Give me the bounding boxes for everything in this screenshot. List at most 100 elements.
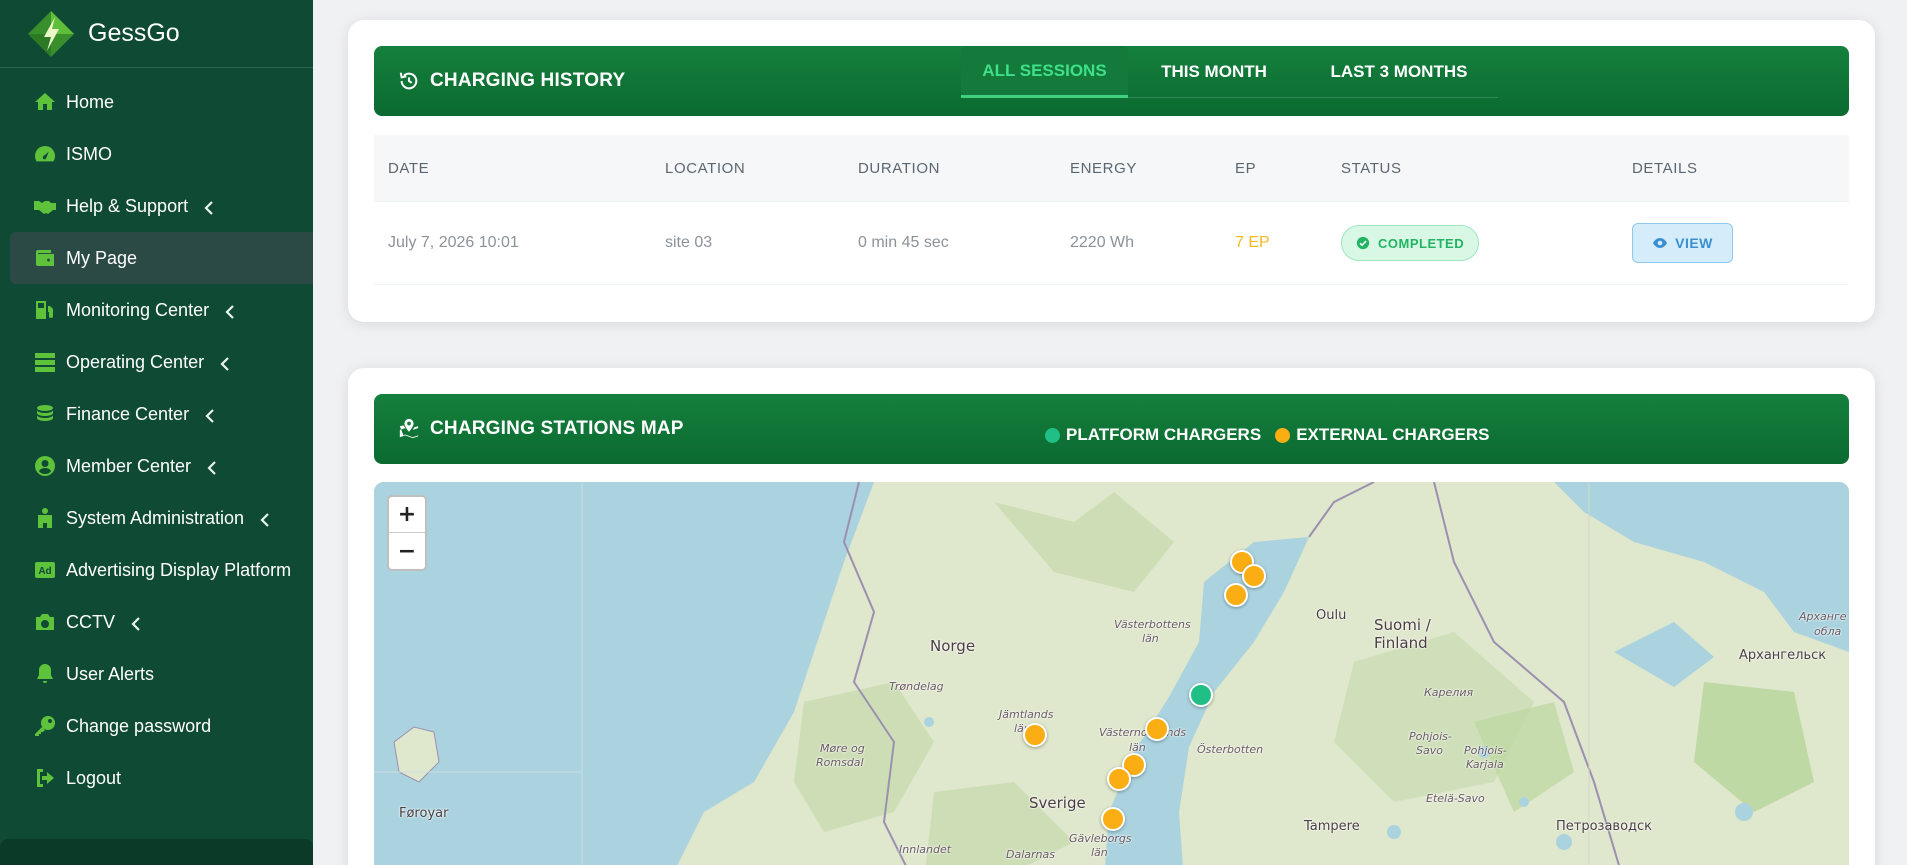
map-label-norge: Norge	[930, 637, 976, 655]
chevron-left-icon[interactable]	[225, 303, 235, 319]
sidebar-item-finance-center[interactable]: Finance Center	[0, 388, 313, 440]
tab-this-month[interactable]: THIS MONTH	[1128, 46, 1300, 98]
chevron-left-icon[interactable]	[131, 615, 141, 631]
map-label-dalarnas: Dalarnas	[1006, 848, 1055, 861]
charging-history-title: CHARGING HISTORY	[398, 46, 625, 116]
key-icon	[32, 713, 58, 739]
column-header-status[interactable]: STATUS	[1341, 160, 1402, 177]
tab-last-3-months[interactable]: LAST 3 MONTHS	[1300, 46, 1498, 98]
view-button[interactable]: VIEW	[1632, 223, 1733, 263]
history-icon	[399, 72, 418, 90]
sidebar-item-label: Change password	[66, 715, 212, 736]
sidebar-item-operating-center[interactable]: Operating Center	[0, 336, 313, 388]
charging-history-title-text: CHARGING HISTORY	[430, 70, 626, 91]
stations-map[interactable]: + − Norge Suomi / Finland Sverige Oulu F…	[374, 482, 1849, 865]
sidebar-item-home[interactable]: Home	[0, 76, 313, 128]
server-icon	[32, 349, 58, 375]
cell-energy: 2220 Wh	[1070, 234, 1135, 251]
check-circle-icon	[1356, 236, 1370, 250]
sidebar-item-label: CCTV	[66, 611, 115, 632]
sidebar-item-logout[interactable]: Logout	[0, 752, 313, 804]
eye-icon	[1653, 238, 1668, 248]
map-legend: PLATFORM CHARGERS EXTERNAL CHARGERS	[1045, 394, 1504, 476]
map-label-pohjois-karjala-1: Pohjois-	[1464, 744, 1507, 757]
map-label-vasternorrland-2: län	[1129, 741, 1146, 754]
sidebar-item-label: Monitoring Center	[66, 299, 210, 320]
gauge-icon	[32, 141, 58, 167]
chevron-left-icon[interactable]	[207, 459, 217, 475]
sidebar-item-label: Operating Center	[66, 351, 205, 372]
map-label-osterbotten: Österbotten	[1197, 743, 1264, 756]
map-label-petrozavodsk: Петрозаводск	[1556, 819, 1653, 834]
sidebar-item-advertising-display-platform[interactable]: Ad Advertising Display Platform	[0, 544, 313, 596]
map-label-arkh-obl-1: Архангe	[1799, 610, 1847, 623]
sidebar-item-help-support[interactable]: Help & Support	[0, 180, 313, 232]
sidebar-item-user-alerts[interactable]: User Alerts	[0, 648, 313, 700]
handshake-icon	[32, 193, 58, 219]
map-label-vasterbotten-2: län	[1142, 632, 1159, 645]
column-header-duration[interactable]: DURATION	[858, 160, 940, 177]
external-charger-marker[interactable]	[1145, 717, 1169, 741]
cell-date: July 7, 2026 10:01	[388, 234, 519, 251]
column-header-energy[interactable]: ENERGY	[1070, 160, 1137, 177]
sidebar-item-my-page[interactable]: My Page	[10, 232, 313, 284]
tab-all-sessions[interactable]: ALL SESSIONS	[961, 46, 1128, 98]
map-label-vasternorrland-1: Västernorrlands	[1099, 726, 1187, 739]
external-charger-marker[interactable]	[1107, 767, 1131, 791]
sidebar-item-system-administration[interactable]: System Administration	[0, 492, 313, 544]
sidebar-item-change-password[interactable]: Change password	[0, 700, 313, 752]
external-charger-marker[interactable]	[1023, 723, 1047, 747]
history-tabs: ALL SESSIONS THIS MONTH LAST 3 MONTHS	[961, 46, 1498, 98]
sidebar-item-label: Help & Support	[66, 195, 189, 216]
external-charger-marker[interactable]	[1242, 564, 1266, 588]
map-label-arkh-obl-2: обла	[1814, 625, 1842, 638]
zoom-in-button[interactable]: +	[389, 497, 425, 533]
map-label-suomi: Suomi /	[1374, 616, 1431, 634]
bell-icon	[32, 661, 58, 687]
sidebar-item-cctv[interactable]: CCTV	[0, 596, 313, 648]
building-icon	[32, 505, 58, 531]
charging-map-card: CHARGING STATIONS MAP PLATFORM CHARGERS …	[348, 368, 1875, 865]
platform-charger-marker[interactable]	[1189, 683, 1213, 707]
chevron-left-icon[interactable]	[204, 199, 214, 215]
sidebar: GessGo Home ISMO Help & Support My Page …	[0, 0, 313, 865]
map-label-arkhangelsk: Архангельск	[1739, 648, 1827, 663]
ad-icon: Ad	[32, 557, 58, 583]
sidebar-item-monitoring-center[interactable]: Monitoring Center	[0, 284, 313, 336]
external-charger-marker[interactable]	[1224, 583, 1248, 607]
column-header-details[interactable]: DETAILS	[1632, 160, 1698, 177]
status-badge-pill: COMPLETED	[1341, 225, 1480, 261]
sidebar-item-label: Logout	[66, 767, 122, 788]
map-label-gavleborg-1: Gävleborgs	[1069, 832, 1132, 845]
zoom-out-button[interactable]: −	[389, 533, 425, 569]
wallet-icon	[32, 245, 58, 271]
view-button-label: VIEW	[1675, 235, 1713, 251]
chevron-left-icon[interactable]	[205, 407, 215, 423]
home-icon	[32, 89, 58, 115]
map-label-more-1: Møre og	[820, 742, 865, 755]
column-header-location[interactable]: LOCATION	[665, 160, 745, 177]
external-charger-marker[interactable]	[1101, 807, 1125, 831]
sidebar-nav: Home ISMO Help & Support My Page Monitor…	[0, 68, 313, 804]
legend-external: EXTERNAL CHARGERS	[1275, 425, 1490, 445]
map-label-pohjois-savo-2: Savo	[1416, 744, 1443, 757]
map-label-tampere: Tampere	[1304, 819, 1360, 834]
camera-icon	[32, 609, 58, 635]
brand[interactable]: GessGo	[0, 0, 313, 68]
chevron-left-icon[interactable]	[260, 511, 270, 527]
map-label-oulu: Oulu	[1316, 608, 1347, 623]
status-badge-text: COMPLETED	[1378, 235, 1465, 251]
column-header-date[interactable]: DATE	[388, 160, 429, 177]
brand-name: GessGo	[88, 19, 180, 47]
platform-dot-icon	[1045, 427, 1060, 443]
sidebar-item-ismo[interactable]: ISMO	[0, 128, 313, 180]
map-label-innlandet: Innlandet	[899, 843, 952, 856]
cell-details: VIEW	[1632, 223, 1733, 263]
sidebar-footer	[0, 839, 313, 865]
column-header-ep[interactable]: EP	[1235, 160, 1256, 177]
charging-station-icon	[32, 297, 58, 323]
sidebar-item-member-center[interactable]: Member Center	[0, 440, 313, 492]
coins-icon	[32, 401, 58, 427]
charging-history-header: CHARGING HISTORY ALL SESSIONS THIS MONTH…	[374, 46, 1849, 116]
chevron-left-icon[interactable]	[220, 355, 230, 371]
